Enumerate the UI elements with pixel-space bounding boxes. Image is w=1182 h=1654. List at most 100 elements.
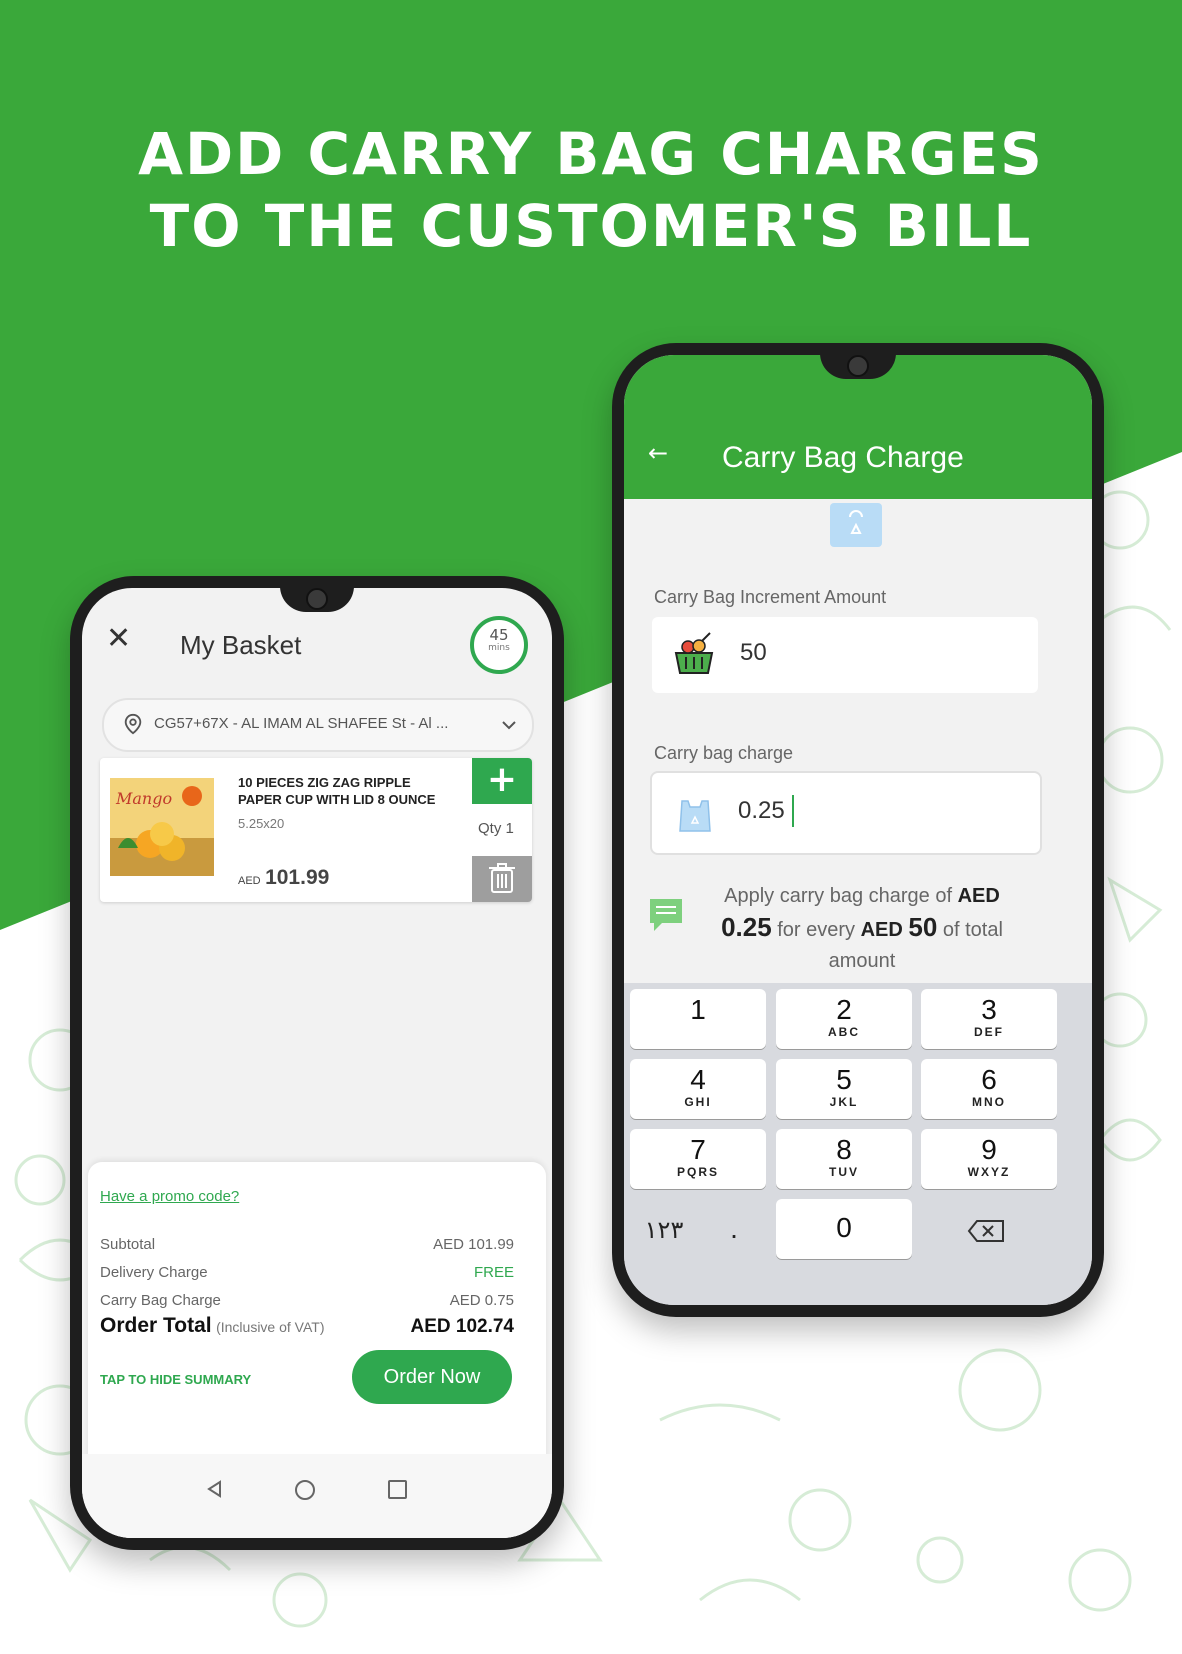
increment-amount-field[interactable]: 50 [652,617,1038,693]
key-digit: 9 [981,1134,997,1165]
key-digit: 5 [836,1064,852,1095]
info-currency-2: AED [860,919,903,941]
order-total-label: Order Total [100,1314,212,1337]
delete-item-button[interactable] [472,856,532,902]
timer-value: 45 [489,626,509,644]
key-letters: JKL [829,1095,859,1109]
price-currency: AED [238,875,261,887]
headline-line-1: ADD CARRY BAG CHARGES [138,120,1044,188]
key-7[interactable]: 7 PQRS [630,1129,766,1189]
product-name: 10 PIECES ZIG ZAG RIPPLE PAPER CUP WITH … [238,775,436,807]
headline: ADD CARRY BAG CHARGES TO THE CUSTOMER'S … [0,118,1182,262]
key-letters: WXYZ [967,1165,1011,1179]
order-total-row: Order Total (Inclusive of VAT) AED 102.7… [100,1314,514,1338]
carry-bag-charge-label: Carry bag charge [654,743,794,763]
carry-bag-charge-value: AED 0.75 [449,1292,514,1309]
page-title: My Basket [180,630,302,660]
key-letters: DEF [974,1025,1004,1039]
camera-icon [847,355,869,377]
add-quantity-button[interactable]: + [472,758,532,804]
promo-code-link[interactable]: Have a promo code? [100,1188,239,1205]
key-digit: 4 [690,1064,706,1095]
headline-line-2: TO THE CUSTOMER'S BILL [149,192,1033,260]
carry-bag-charge-label: Carry Bag Charge [100,1292,221,1309]
product-image: Mango [110,778,214,876]
camera-icon [306,588,328,610]
key-0[interactable]: 0 [776,1199,912,1259]
key-2[interactable]: 2 ABC [776,989,912,1049]
increment-amount-label: Carry Bag Increment Amount [654,587,887,607]
order-total-value: AED 102.74 [410,1316,514,1337]
increment-amount-value: 50 [740,639,767,666]
key-letters: TUV [829,1165,859,1179]
numeric-keypad: 1 2 ABC 3 DEF 4 GHI 5 JKL 6 MNO 7 PQRS 8… [624,983,1092,1305]
info-part-2: for every [777,919,856,941]
hide-summary-link[interactable]: TAP TO HIDE SUMMARY [100,1372,251,1387]
carry-bag-charge-field[interactable]: 0.25 [650,771,1042,855]
key-digit: 6 [981,1064,997,1095]
price-amount: 101.99 [265,866,330,889]
key-digit: 1 [690,994,706,1025]
basket-screen: ✕ My Basket 45 mins CG57+67X - AL IMAM A… [82,588,552,1538]
nav-home-icon[interactable] [295,1480,315,1500]
key-digit: 3 [981,994,997,1025]
carry-bag-icon [830,503,882,547]
close-icon[interactable]: ✕ [106,624,131,654]
info-charge-value: 0.25 [721,912,772,942]
key-letters: GHI [684,1095,712,1109]
android-nav-bar [82,1454,552,1538]
carry-bag-info-text: Apply carry bag charge of AED 0.25 for e… [696,881,1028,977]
location-pin-icon [124,713,142,735]
basket-item-card: Mango 10 PIECES ZIG ZAG RIPPLE PAPER CUP… [100,758,532,902]
key-9[interactable]: 9 WXYZ [921,1129,1057,1189]
backspace-icon [967,1220,1004,1242]
info-part-1: Apply carry bag charge of [724,885,953,907]
carry-bag-screen: ← Carry Bag Charge Carry Bag Increment A… [624,355,1092,1305]
product-image-brand: Mango [115,789,172,808]
order-now-button[interactable]: Order Now [352,1350,512,1404]
info-increment-value: 50 [908,912,938,942]
carry-bag-charge-row: Carry Bag Charge AED 0.75 [100,1292,514,1309]
chevron-down-icon [502,721,516,730]
delivery-charge-row: Delivery Charge FREE [100,1264,514,1281]
key-6[interactable]: 6 MNO [921,1059,1057,1119]
key-digit: 7 [690,1134,706,1165]
delivery-timer-badge: 45 mins [470,616,528,674]
key-4[interactable]: 4 GHI [630,1059,766,1119]
timer-unit: mins [488,643,510,653]
carry-bag-charge-value: 0.25 [738,797,785,824]
phone-basket: ✕ My Basket 45 mins CG57+67X - AL IMAM A… [70,576,564,1550]
key-decimal-point[interactable]: . [704,1201,764,1261]
address-text: CG57+67X - AL IMAM AL SHAFEE St - Al ... [154,715,449,732]
subtotal-value: AED 101.99 [433,1236,514,1253]
plastic-bag-icon [679,800,711,832]
subtotal-row: Subtotal AED 101.99 [100,1236,514,1253]
nav-recents-icon[interactable] [388,1480,407,1499]
key-digit: 2 [836,994,852,1025]
shopping-basket-icon [674,632,714,674]
key-letters: MNO [972,1095,1006,1109]
key-1[interactable]: 1 [630,989,766,1049]
key-digit: 8 [836,1134,852,1165]
key-3[interactable]: 3 DEF [921,989,1057,1049]
delivery-charge-label: Delivery Charge [100,1264,208,1281]
delivery-charge-value: FREE [473,1264,514,1281]
subtotal-label: Subtotal [100,1236,156,1253]
product-size: 5.25x20 [238,816,285,831]
info-currency-1: AED [957,885,1000,907]
key-letters: ABC [828,1025,860,1039]
back-arrow-icon[interactable]: ← [648,439,668,467]
key-digit: 0 [836,1212,852,1243]
key-8[interactable]: 8 TUV [776,1129,912,1189]
text-cursor [792,795,794,827]
key-arabic-numerals[interactable]: ١٢٣ [634,1201,694,1261]
nav-back-icon[interactable] [206,1480,224,1498]
key-backspace[interactable] [921,1201,1057,1261]
message-icon [650,899,682,931]
trash-icon [489,863,515,893]
phone-carry-bag: ← Carry Bag Charge Carry Bag Increment A… [612,343,1104,1317]
address-selector[interactable]: CG57+67X - AL IMAM AL SHAFEE St - Al ... [102,698,534,752]
product-price: AED 101.99 [238,866,329,890]
key-5[interactable]: 5 JKL [776,1059,912,1119]
order-total-note: (Inclusive of VAT) [216,1319,325,1335]
